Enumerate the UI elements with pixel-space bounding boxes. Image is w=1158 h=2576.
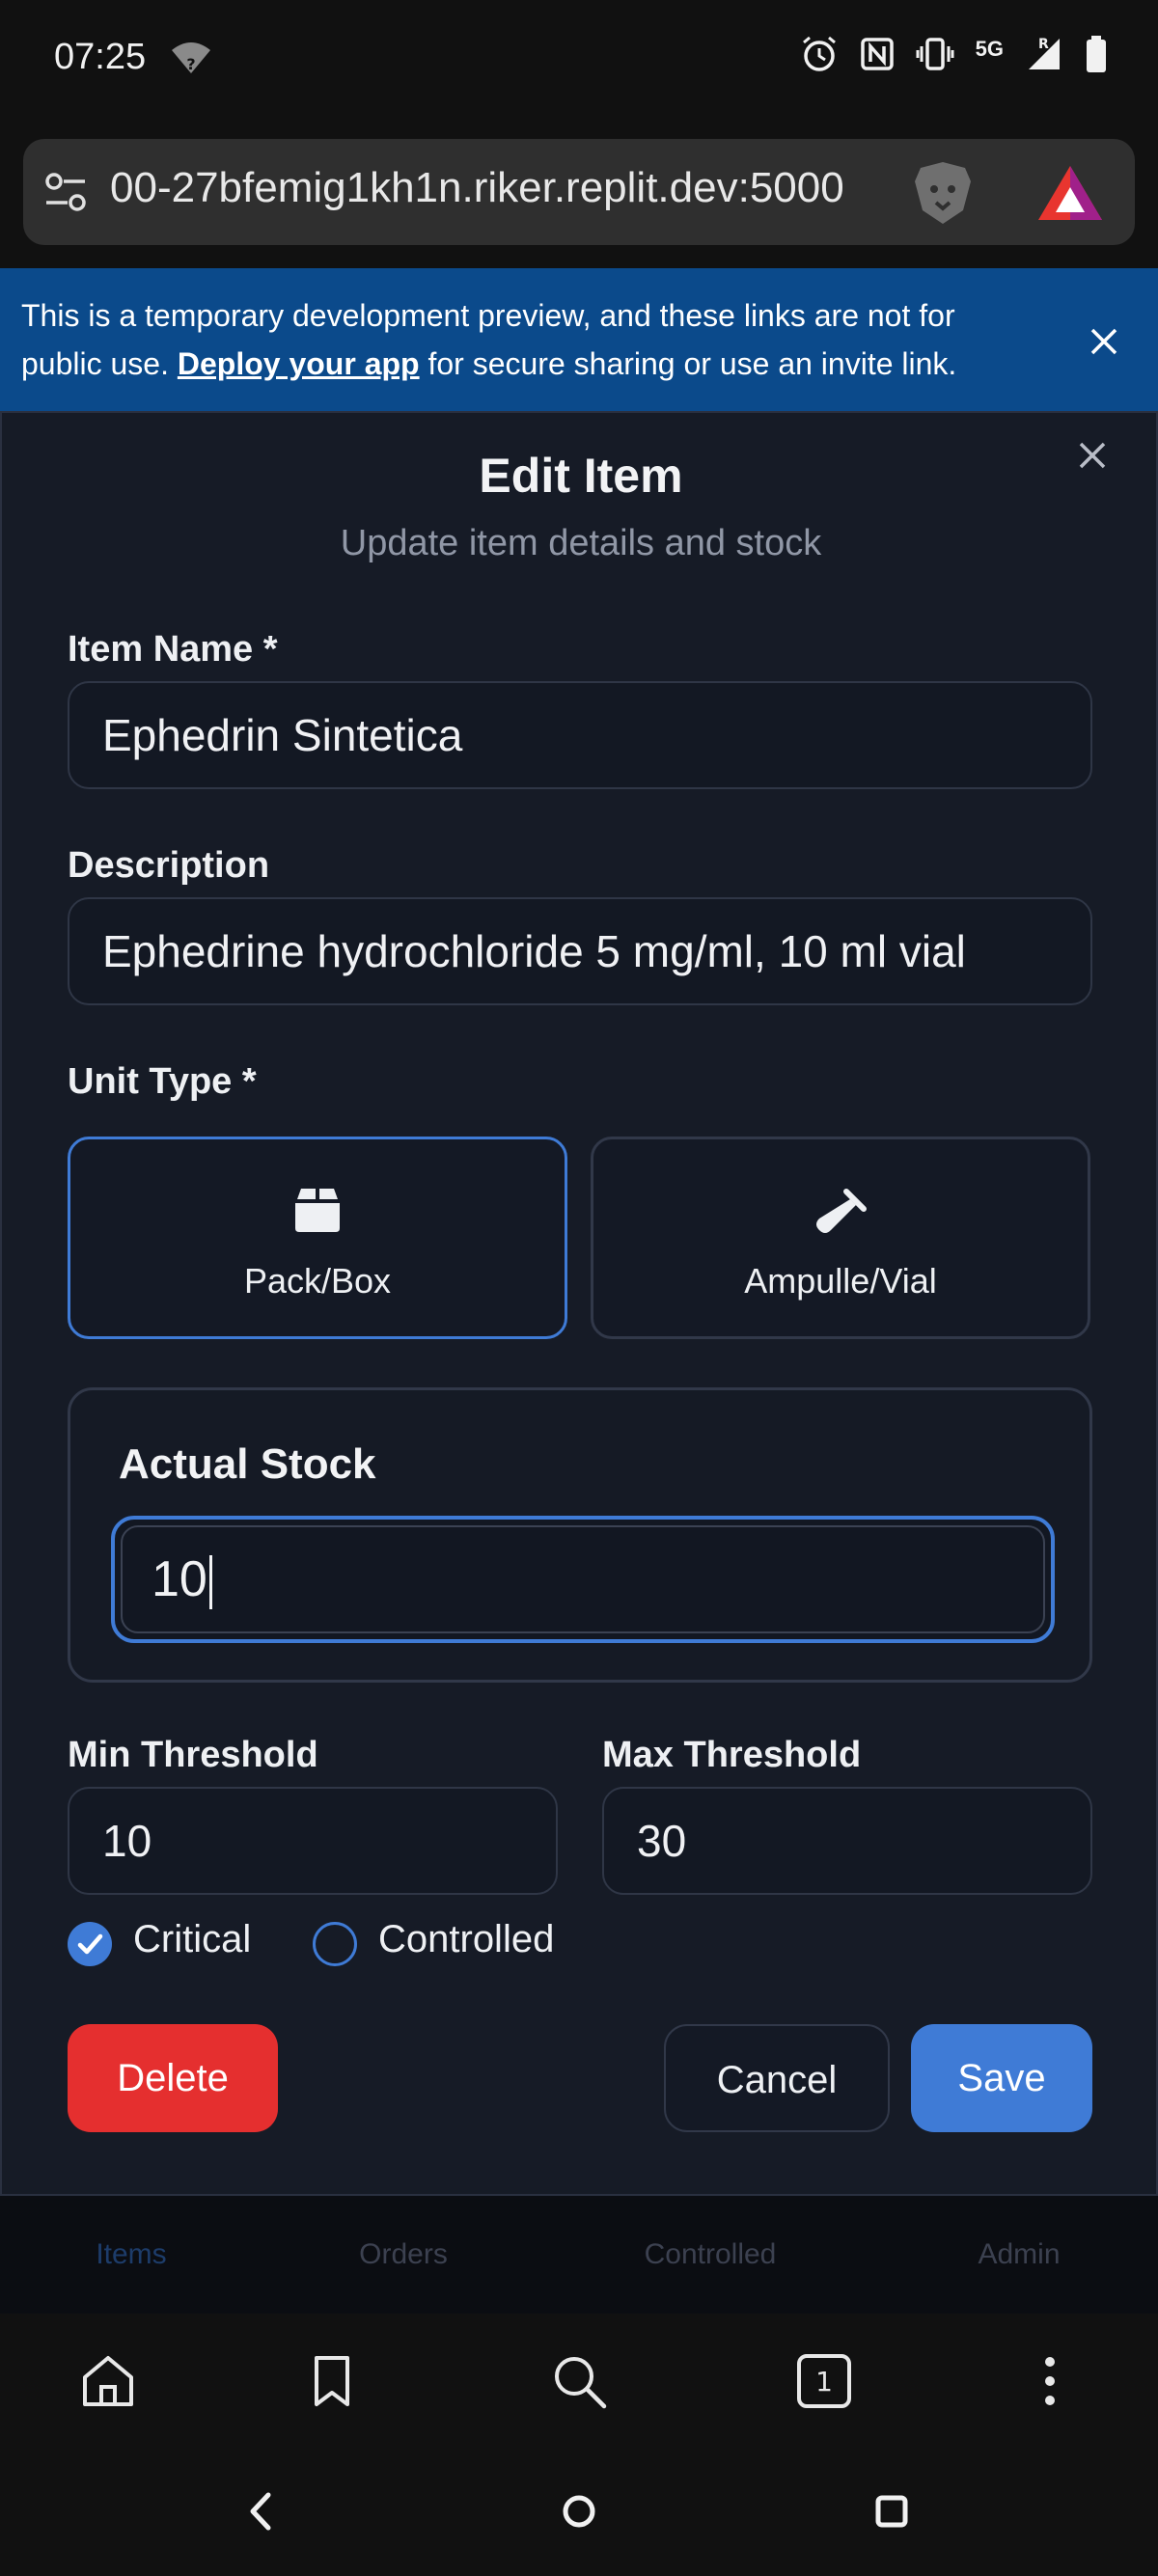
nav-items[interactable]: Items (35, 2238, 228, 2271)
brave-shields-icon[interactable] (911, 158, 975, 233)
back-icon[interactable] (241, 2487, 280, 2540)
controlled-label[interactable]: Controlled (378, 1918, 554, 1961)
alarm-icon (800, 35, 839, 78)
bookmark-icon[interactable] (303, 2352, 361, 2415)
stock-section: Actual Stock 10 (68, 1387, 1092, 1683)
description-label: Description (68, 845, 270, 886)
wifi-icon: ? (170, 41, 212, 80)
delete-button[interactable]: Delete (68, 2024, 278, 2132)
browser-address-area: 00-27bfemig1kh1n.riker.replit.dev:5000 (0, 116, 1158, 268)
checkmark-icon (77, 1933, 103, 1955)
nfc-icon (860, 37, 895, 76)
description-input[interactable]: Ephedrine hydrochloride 5 mg/ml, 10 ml v… (68, 897, 1092, 1005)
svg-text:R: R (1038, 37, 1049, 52)
network-type: 5G (975, 36, 1004, 61)
unit-type-label: Unit Type * (68, 1061, 257, 1102)
controlled-checkbox[interactable] (313, 1922, 357, 1966)
unit-type-ampulle-vial[interactable]: Ampulle/Vial (591, 1137, 1090, 1339)
recents-icon[interactable] (870, 2487, 913, 2540)
address-bar[interactable]: 00-27bfemig1kh1n.riker.replit.dev:5000 (23, 139, 1135, 245)
actual-stock-label: Actual Stock (119, 1440, 376, 1488)
item-name-label: Item Name * (68, 629, 278, 670)
dialog-title: Edit Item (479, 449, 683, 503)
dialog-close-icon[interactable] (1073, 436, 1112, 475)
status-time: 07:25 (54, 37, 147, 77)
dev-preview-banner: This is a temporary development preview,… (0, 268, 1158, 411)
banner-message: This is a temporary development preview,… (21, 291, 1044, 388)
max-threshold-input[interactable]: 30 (602, 1787, 1092, 1895)
stock-input-field[interactable]: 10 (121, 1525, 1045, 1633)
app-bottom-nav: Items Orders Controlled Admin (0, 2196, 1158, 2314)
unit-type-pack-box[interactable]: Pack/Box (68, 1137, 567, 1339)
box-icon (291, 1186, 344, 1239)
svg-text:?: ? (186, 55, 195, 73)
deploy-app-link[interactable]: Deploy your app (178, 346, 420, 381)
status-bar: 07:25 ? 5G R (0, 0, 1158, 116)
nav-admin[interactable]: Admin (923, 2238, 1116, 2271)
critical-checkbox[interactable] (68, 1922, 112, 1966)
signal-icon: R (1025, 35, 1063, 78)
actual-stock-input[interactable]: 10 (111, 1516, 1055, 1643)
cancel-button[interactable]: Cancel (664, 2024, 890, 2132)
home-button-icon[interactable] (558, 2487, 600, 2540)
brave-rewards-icon[interactable] (1036, 164, 1104, 227)
search-icon[interactable] (550, 2352, 608, 2415)
item-name-input[interactable]: Ephedrin Sintetica (68, 681, 1092, 789)
dialog-subtitle: Update item details and stock (340, 523, 822, 563)
max-threshold-label: Max Threshold (602, 1735, 862, 1775)
browser-toolbar: 1 (0, 2314, 1158, 2449)
critical-label[interactable]: Critical (133, 1918, 251, 1961)
min-threshold-label: Min Threshold (68, 1735, 318, 1775)
system-navigation (0, 2449, 1158, 2576)
tabs-icon[interactable]: 1 (795, 2352, 853, 2415)
tab-count: 1 (815, 2366, 833, 2398)
vibrate-icon (916, 37, 954, 76)
save-button[interactable]: Save (911, 2024, 1092, 2132)
site-settings-icon[interactable] (39, 166, 93, 225)
edit-item-dialog: Edit Item Update item details and stock … (0, 411, 1158, 2196)
more-menu-icon[interactable] (1033, 2352, 1067, 2415)
battery-icon (1085, 35, 1108, 78)
nav-controlled[interactable]: Controlled (614, 2238, 807, 2271)
vial-icon (812, 1186, 869, 1248)
nav-orders[interactable]: Orders (307, 2238, 500, 2271)
min-threshold-input[interactable]: 10 (68, 1787, 558, 1895)
banner-text-end: for secure sharing or use an invite link… (419, 346, 957, 381)
unit-type-label-vial: Ampulle/Vial (744, 1261, 937, 1301)
unit-type-label-pack: Pack/Box (243, 1261, 392, 1301)
home-icon[interactable] (79, 2352, 137, 2415)
stock-value: 10 (152, 1551, 207, 1607)
url-text[interactable]: 00-27bfemig1kh1n.riker.replit.dev:5000 (110, 164, 921, 212)
banner-close-icon[interactable] (1085, 322, 1123, 361)
text-caret (208, 1555, 212, 1610)
